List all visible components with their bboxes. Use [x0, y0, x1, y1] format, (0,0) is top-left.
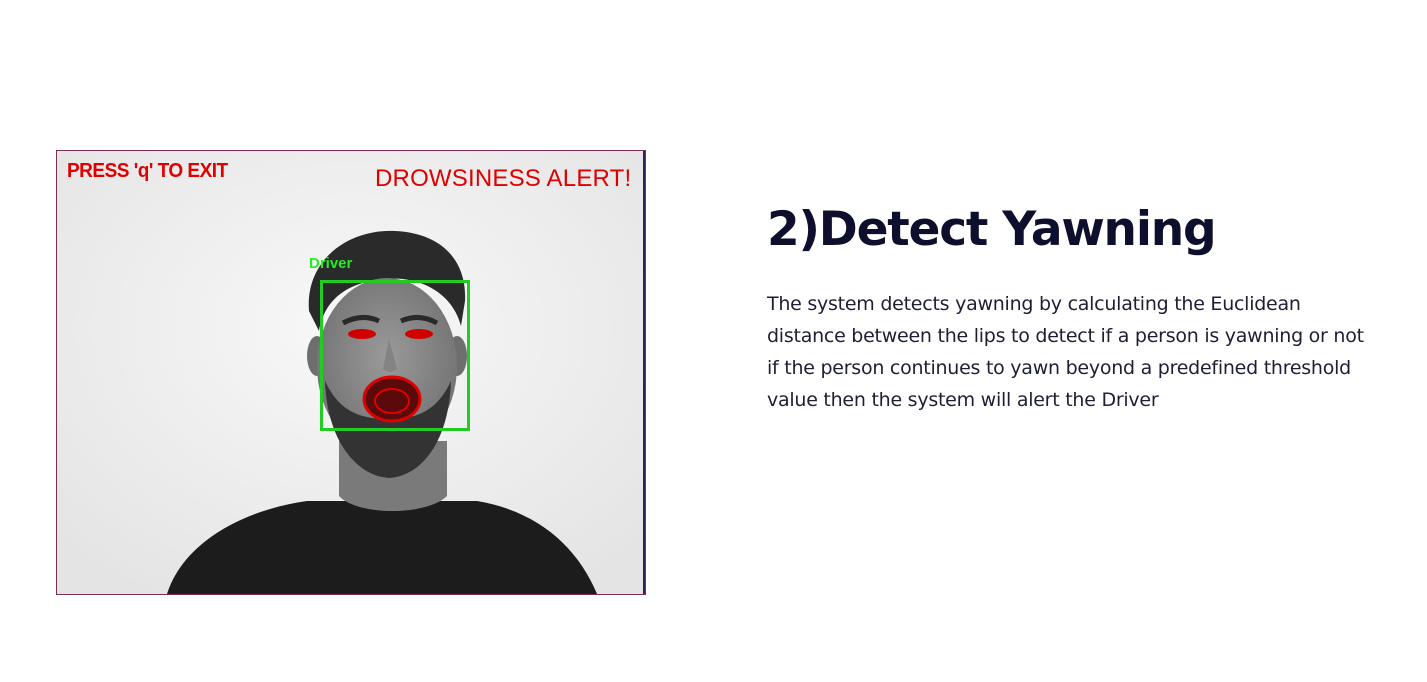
feature-content: 2)Detect Yawning The system detects yawn… [767, 196, 1377, 416]
exit-hint-text: PRESS 'q' TO EXIT [67, 160, 228, 183]
drowsiness-alert-text: DROWSINESS ALERT! [375, 165, 632, 192]
feature-description: The system detects yawning by calculatin… [767, 293, 1364, 411]
feature-heading: 2)Detect Yawning [767, 202, 1217, 257]
camera-frame-image: PRESS 'q' TO EXIT DROWSINESS ALERT! Driv… [56, 150, 646, 595]
page: PRESS 'q' TO EXIT DROWSINESS ALERT! Driv… [0, 0, 1427, 682]
face-bounding-box [320, 280, 470, 431]
face-label: Driver [309, 255, 353, 272]
